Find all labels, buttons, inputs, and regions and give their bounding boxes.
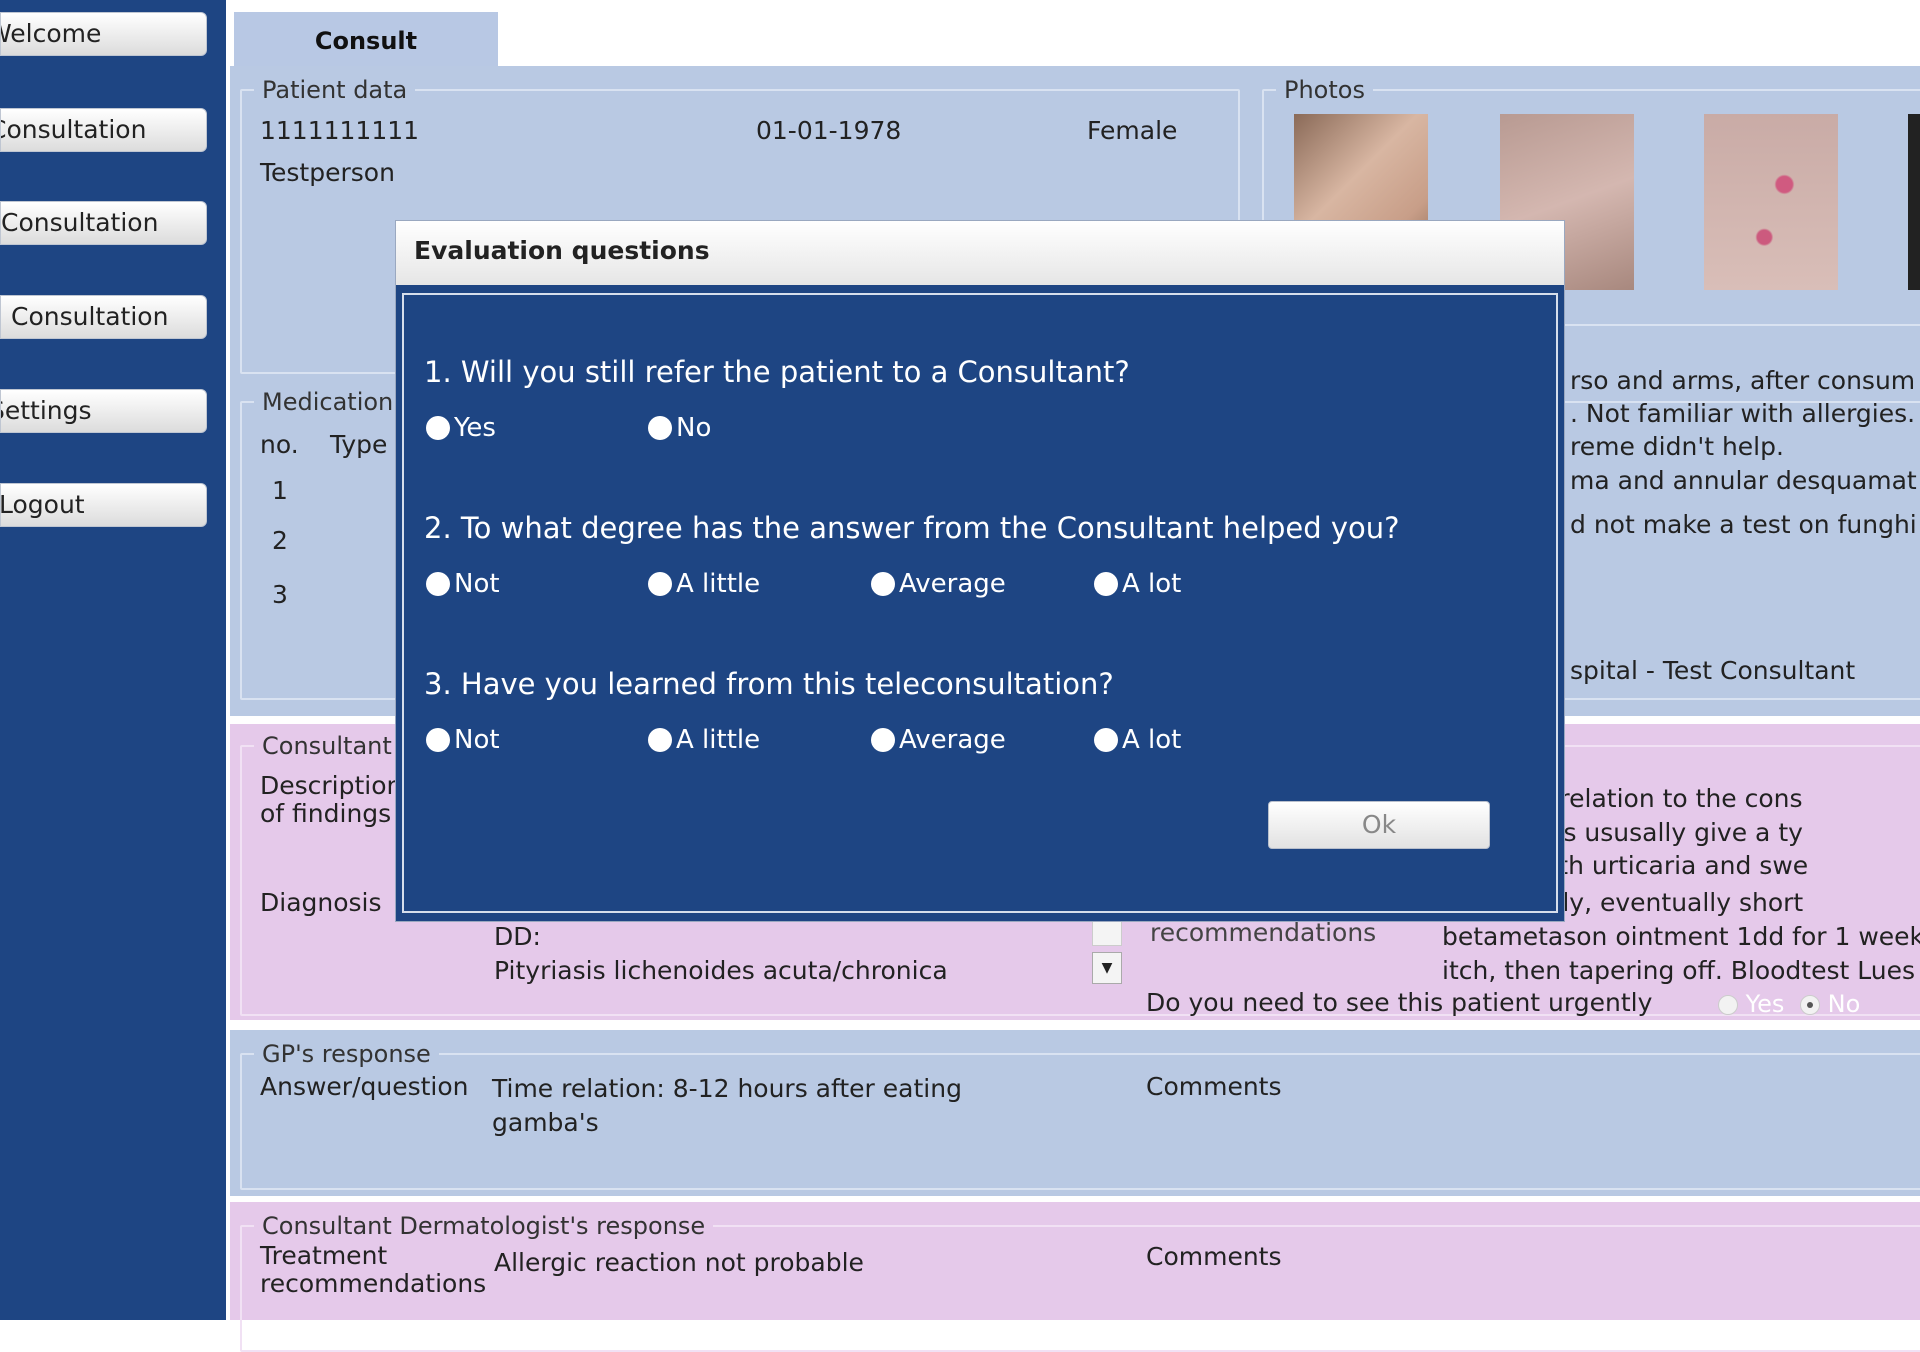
sidebar: Welcome Consultation Consultation Consul… [0,0,226,1320]
dd-value: Pityriasis lichenoides acuta/chronica [494,956,948,985]
option-label: Yes [454,413,496,443]
radio-icon[interactable] [426,572,450,596]
tab-consult[interactable]: Consult [234,12,498,66]
sidebar-item-welcome[interactable]: Welcome [0,12,207,56]
q3-option-not[interactable]: Not [426,725,500,755]
option-label: A little [676,569,761,599]
derm-response-legend: Consultant Dermatologist's response [262,1212,706,1240]
photo-thumbnail-3[interactable] [1704,114,1838,290]
history-line: d not make a test on funghi [1570,510,1917,539]
dd-label: DD: [494,922,541,951]
radio-icon[interactable] [648,728,672,752]
sidebar-item-label: Welcome [1,19,102,48]
question-2: 2. To what degree has the answer from th… [424,511,1400,545]
consultant-legend: Consultant [262,732,392,760]
sidebar-item-label: Logout [0,490,85,519]
history-line: ma and annular desquamat [1570,466,1917,495]
radio-icon[interactable] [426,728,450,752]
q2-option-average[interactable]: Average [871,569,1006,599]
gp-response-legend: GP's response [262,1040,431,1068]
ok-button[interactable]: Ok [1268,801,1490,849]
patient-sex: Female [1087,116,1178,145]
photo-thumbnail-4[interactable] [1908,114,1920,290]
patient-data-legend: Patient data [262,76,408,104]
patient-id: 1111111111 [260,116,420,145]
medication-row-no: 3 [272,580,288,609]
modal-title: Evaluation questions [396,221,1564,285]
q1-option-yes[interactable]: Yes [426,413,496,443]
sidebar-item-label: Consultation [1,208,159,237]
history-line: rso and arms, after consum [1570,366,1916,395]
history-line: reme didn't help. [1570,432,1784,461]
radio-icon[interactable] [871,728,895,752]
radio-icon[interactable] [1094,728,1118,752]
question-1: 1. Will you still refer the patient to a… [424,355,1130,389]
option-label: Average [899,569,1006,599]
gp-response-panel: GP's response Answer/question Time relat… [230,1030,1920,1196]
answer-value: Time relation: 8-12 hours after eating g… [492,1074,962,1137]
hospital-consultant: spital - Test Consultant [1570,656,1856,685]
q3-option-a-lot[interactable]: A lot [1094,725,1181,755]
q1-option-no[interactable]: No [648,413,711,443]
urgent-radio-group: Yes No [1718,990,1860,1018]
sidebar-item-label: Settings [1,396,92,425]
medication-col-no: no. [260,430,299,459]
answer-label: Answer/question [260,1072,469,1101]
treatment-value: Allergic reaction not probable [494,1248,864,1277]
urgent-yes-radio[interactable] [1718,995,1738,1015]
question-3: 3. Have you learned from this teleconsul… [424,667,1114,701]
chevron-down-icon[interactable]: ▼ [1092,952,1122,984]
radio-icon[interactable] [648,572,672,596]
radio-icon[interactable] [648,416,672,440]
urgent-question: Do you need to see this patient urgently [1146,988,1653,1017]
radio-icon[interactable] [426,416,450,440]
derm-comments-label: Comments [1146,1242,1282,1271]
q2-option-a-little[interactable]: A little [648,569,760,599]
option-label: No [676,413,712,443]
consultant-text-line: betametason ointment 1dd for 1 week [1442,922,1920,951]
sidebar-item-settings[interactable]: Settings [0,389,207,433]
description-label: Description of findings [260,771,403,828]
sidebar-item-logout[interactable]: Logout [0,483,207,527]
option-label: A lot [1122,725,1182,755]
option-label: Not [454,725,500,755]
patient-name: Testperson [260,158,395,187]
sidebar-item-consultation-1[interactable]: Consultation [0,108,207,152]
derm-response-fieldset: Consultant Dermatologist's response [240,1212,1920,1352]
option-label: Average [899,725,1006,755]
q2-option-not[interactable]: Not [426,569,500,599]
medication-col-type: Type [330,430,388,459]
urgent-no-radio[interactable] [1800,995,1821,1015]
patient-dob: 01-01-1978 [756,116,902,145]
option-label: A little [676,725,761,755]
treatment-label: Treatment recommendations [260,1241,487,1298]
sidebar-item-label: Consultation [0,115,147,144]
option-label: A lot [1122,569,1182,599]
medication-row-no: 1 [272,476,288,505]
diagnosis-label: Diagnosis [260,888,382,917]
radio-icon[interactable] [1094,572,1118,596]
derm-response-panel: Consultant Dermatologist's response Trea… [230,1202,1920,1352]
q3-option-a-little[interactable]: A little [648,725,760,755]
option-label: Not [454,569,500,599]
tab-bar: Consult [226,0,1920,66]
recommendations-label: recommendations [1150,918,1377,947]
medication-row-no: 2 [272,526,288,555]
sidebar-item-label: Consultation [11,302,169,331]
q2-option-a-lot[interactable]: A lot [1094,569,1181,599]
consultant-text-line: itch, then tapering off. Bloodtest Lues [1442,956,1915,985]
radio-icon[interactable] [871,572,895,596]
urgent-yes-label: Yes [1745,990,1785,1018]
gp-comments-label: Comments [1146,1072,1282,1101]
evaluation-modal: Evaluation questions 1. Will you still r… [395,220,1565,922]
sidebar-item-consultation-3[interactable]: Consultation [0,295,207,339]
history-line: . Not familiar with allergies. [1570,399,1916,428]
modal-body: 1. Will you still refer the patient to a… [402,293,1558,913]
urgent-no-label: No [1827,990,1861,1018]
scrollbar-track[interactable] [1092,920,1122,946]
q3-option-average[interactable]: Average [871,725,1006,755]
sidebar-item-consultation-2[interactable]: Consultation [0,201,207,245]
medication-legend: Medication [262,388,394,416]
photos-legend: Photos [1284,76,1365,104]
